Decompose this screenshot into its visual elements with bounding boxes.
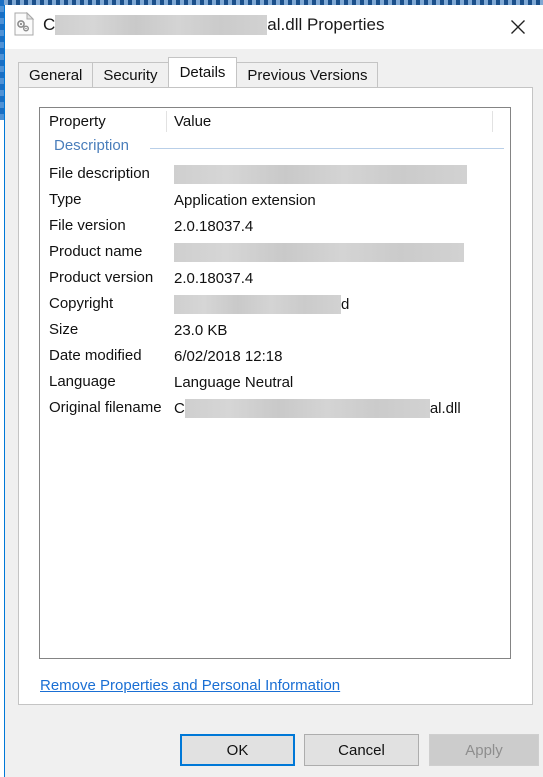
property-name: File version bbox=[49, 217, 126, 234]
dll-file-icon bbox=[13, 11, 35, 36]
property-value-prefix: C bbox=[174, 400, 185, 417]
property-value: Cal.dll bbox=[174, 399, 461, 418]
property-list-header: Property Value bbox=[40, 108, 510, 135]
title-bar: C al.dll Properties bbox=[5, 5, 543, 49]
property-name: Copyright bbox=[49, 295, 114, 312]
apply-button: Apply bbox=[429, 734, 539, 766]
tab-details-label: Details bbox=[179, 64, 226, 81]
property-name: Type bbox=[49, 191, 82, 208]
property-row[interactable]: Type Application extension bbox=[40, 187, 510, 213]
property-value bbox=[174, 165, 467, 184]
tab-security-label: Security bbox=[103, 66, 158, 84]
property-row[interactable]: Size 23.0 KB bbox=[40, 317, 510, 343]
redacted-value bbox=[174, 295, 341, 314]
property-name: Size bbox=[49, 321, 79, 338]
tab-details[interactable]: Details bbox=[167, 57, 238, 87]
file-properties-dialog: C al.dll Properties General Security Det… bbox=[4, 5, 543, 777]
property-value-suffix: al.dll bbox=[429, 400, 461, 417]
property-row[interactable]: Product name bbox=[40, 239, 510, 265]
property-value: 23.0 KB bbox=[174, 322, 228, 339]
redacted-value bbox=[184, 399, 430, 418]
redacted-value bbox=[174, 243, 464, 262]
property-value bbox=[174, 243, 464, 262]
property-value-suffix: d bbox=[341, 296, 350, 313]
details-tab-panel: Property Value Description File descript… bbox=[18, 87, 533, 705]
property-name: Original filename bbox=[49, 399, 162, 416]
property-row[interactable]: Original filename Cal.dll bbox=[40, 395, 510, 421]
property-value: d bbox=[174, 295, 349, 314]
dialog-footer: OK Cancel Apply bbox=[5, 734, 543, 772]
window-title: C al.dll Properties bbox=[43, 13, 384, 37]
column-header-property: Property bbox=[49, 113, 106, 130]
column-header-value: Value bbox=[174, 113, 212, 130]
property-row[interactable]: Product version 2.0.18037.4 bbox=[40, 265, 510, 291]
column-divider-1[interactable] bbox=[166, 111, 167, 132]
property-row[interactable]: Copyright d bbox=[40, 291, 510, 317]
section-header-description: Description bbox=[40, 135, 510, 161]
tab-previous-versions[interactable]: Previous Versions bbox=[236, 62, 379, 87]
property-row[interactable]: Language Language Neutral bbox=[40, 369, 510, 395]
property-name: Language bbox=[49, 373, 116, 390]
property-name: Product name bbox=[49, 243, 143, 260]
redacted-title-text bbox=[55, 15, 268, 35]
property-value: Language Neutral bbox=[174, 374, 294, 391]
property-rows: File description Type Application extensio… bbox=[40, 161, 510, 421]
cancel-button[interactable]: Cancel bbox=[304, 734, 419, 766]
window-title-prefix: C bbox=[43, 15, 56, 34]
property-value: 2.0.18037.4 bbox=[174, 218, 254, 235]
ok-button[interactable]: OK bbox=[180, 734, 295, 766]
property-row[interactable]: File version 2.0.18037.4 bbox=[40, 213, 510, 239]
property-list[interactable]: Property Value Description File descript… bbox=[39, 107, 511, 659]
property-value: 6/02/2018 12:18 bbox=[174, 348, 283, 365]
tab-strip: General Security Details Previous Versio… bbox=[18, 57, 379, 87]
tab-general[interactable]: General bbox=[18, 62, 94, 87]
tab-general-label: General bbox=[29, 66, 83, 84]
property-row[interactable]: File description bbox=[40, 161, 510, 187]
close-button[interactable] bbox=[501, 13, 535, 41]
remove-properties-link[interactable]: Remove Properties and Personal Informati… bbox=[40, 677, 340, 694]
tab-previous-versions-label: Previous Versions bbox=[247, 66, 368, 84]
close-icon bbox=[511, 20, 525, 34]
window-title-suffix: al.dll Properties bbox=[267, 15, 385, 34]
section-header-label: Description bbox=[54, 137, 130, 154]
property-row[interactable]: Date modified 6/02/2018 12:18 bbox=[40, 343, 510, 369]
property-name: File description bbox=[49, 165, 150, 182]
section-header-rule bbox=[150, 148, 504, 149]
column-divider-2[interactable] bbox=[492, 111, 493, 132]
property-name: Product version bbox=[49, 269, 154, 286]
property-value: Application extension bbox=[174, 192, 316, 209]
property-name: Date modified bbox=[49, 347, 142, 364]
property-value: 2.0.18037.4 bbox=[174, 270, 254, 287]
tab-security[interactable]: Security bbox=[92, 62, 169, 87]
redacted-value bbox=[174, 165, 467, 184]
